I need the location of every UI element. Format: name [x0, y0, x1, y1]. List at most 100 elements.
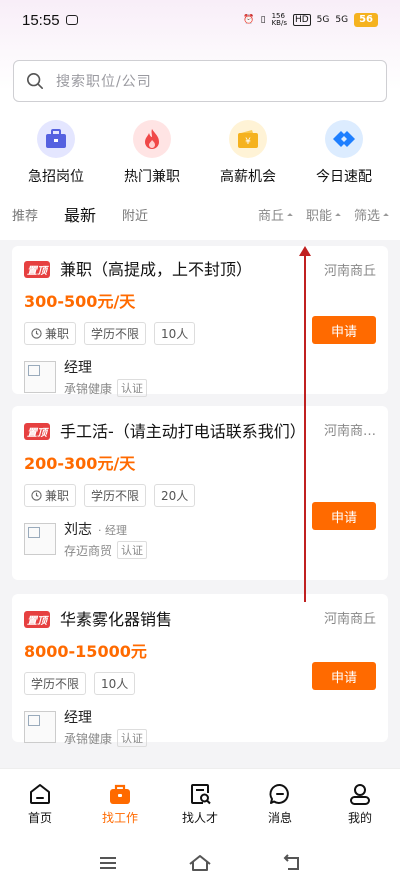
category-label: 高薪机会 [220, 169, 276, 185]
flame-icon [133, 120, 171, 158]
nav-messages[interactable]: 消息 [245, 782, 315, 826]
dropdown-icon [335, 213, 341, 219]
filter-function[interactable]: 职能 [305, 205, 341, 224]
talent-search-icon [191, 783, 211, 804]
tab-nearby[interactable]: 附近 [122, 205, 148, 224]
poster-info: 经理 承锦健康 认证 [24, 707, 376, 747]
category-label: 今日速配 [316, 169, 372, 185]
apply-button[interactable]: 申请 [312, 502, 376, 530]
poster-name: 刘志 [64, 522, 92, 538]
poster-role: · 经理 [98, 524, 127, 537]
nav-home[interactable]: 首页 [5, 782, 75, 826]
job-tag: 兼职 [24, 322, 77, 345]
hd-icon: HD [292, 14, 311, 26]
message-icon [269, 783, 289, 804]
avatar [24, 361, 56, 393]
yen-wallet-icon: ¥ [229, 120, 267, 158]
verified-badge: 认证 [117, 541, 148, 559]
category-row: 急招岗位 热门兼职 ¥ 高薪机会 今日速配 [0, 120, 400, 186]
job-tag: 学历不限 [84, 484, 147, 507]
filter-label: 商丘 [257, 208, 284, 224]
list-tabs: 推荐 最新 附近 商丘 职能 筛选 [0, 190, 400, 238]
job-tag: 学历不限 [84, 322, 147, 345]
status-time: 15:55 [22, 11, 60, 29]
job-tag: 学历不限 [24, 672, 87, 695]
filter-label: 职能 [305, 208, 332, 224]
apply-button[interactable]: 申请 [312, 316, 376, 344]
search-placeholder: 搜索职位/公司 [56, 74, 152, 90]
notification-icon [65, 15, 78, 25]
clock-icon [31, 328, 42, 339]
filter-label: 筛选 [353, 208, 380, 224]
match-icon [325, 120, 363, 158]
vibrate-icon: ▯ [260, 15, 266, 25]
job-list: 置顶 兼职（高提成，上不封顶） 河南商丘 300-500元/天 兼职 学历不限 … [12, 246, 388, 756]
job-location: 河南商丘 [323, 612, 376, 627]
nav-label: 找人才 [181, 810, 218, 825]
briefcase-icon [37, 120, 75, 158]
nav-find-job[interactable]: 找工作 [85, 782, 155, 826]
poster-info: 经理 承锦健康 认证 [24, 357, 376, 397]
bottom-nav: 首页 找工作 找人才 消息 我的 [0, 768, 400, 838]
job-card[interactable]: 置顶 兼职（高提成，上不封顶） 河南商丘 300-500元/天 兼职 学历不限 … [12, 246, 388, 397]
job-location: 河南商丘 [323, 264, 376, 279]
job-salary: 8000-15000元 [24, 642, 147, 661]
menu-icon[interactable] [98, 855, 118, 871]
category-quick-match[interactable]: 今日速配 [299, 120, 389, 186]
job-tag: 20人 [154, 484, 196, 507]
home-button-icon[interactable] [188, 854, 212, 872]
search-input[interactable]: 搜索职位/公司 [13, 60, 387, 102]
nav-label: 我的 [347, 810, 372, 825]
job-tag: 10人 [94, 672, 136, 695]
poster-name: 经理 [64, 360, 92, 376]
tab-latest[interactable]: 最新 [64, 202, 96, 226]
job-tag-text: 兼职 [45, 489, 70, 503]
home-icon [30, 783, 50, 804]
category-high-salary[interactable]: ¥ 高薪机会 [203, 120, 293, 186]
apply-button[interactable]: 申请 [312, 662, 376, 690]
company-name: 承锦健康 [64, 731, 113, 746]
filter-city[interactable]: 商丘 [257, 205, 293, 224]
verified-badge: 认证 [117, 379, 148, 397]
pinned-badge: 置顶 [24, 261, 50, 278]
status-bar: 15:55 ⏰ ▯ 156 KB/s HD 5G 5G 56 [0, 0, 400, 40]
job-bag-icon [110, 784, 130, 804]
pinned-badge: 置顶 [24, 611, 50, 628]
category-label: 热门兼职 [124, 169, 180, 185]
job-salary: 300-500元/天 [24, 292, 136, 311]
sim2-signal: 5G [335, 15, 349, 25]
category-urgent[interactable]: 急招岗位 [11, 120, 101, 186]
header-area: 15:55 ⏰ ▯ 156 KB/s HD 5G 5G 56 搜索职位/公司 急… [0, 0, 400, 240]
filter-more[interactable]: 筛选 [353, 205, 389, 224]
nav-find-talent[interactable]: 找人才 [165, 782, 235, 826]
job-salary: 200-300元/天 [24, 454, 136, 473]
job-card[interactable]: 置顶 手工活-（请主动打电话联系我们） 河南商… 200-300元/天 兼职 学… [12, 406, 388, 580]
category-label: 急招岗位 [28, 169, 84, 185]
system-nav-bar [0, 838, 400, 888]
pinned-badge: 置顶 [24, 423, 50, 440]
company-name: 存迈商贸 [64, 543, 113, 558]
clock-icon [31, 490, 42, 501]
dropdown-icon [287, 213, 293, 219]
job-location: 河南商… [323, 424, 376, 439]
svg-text:¥: ¥ [245, 137, 251, 147]
alarm-icon: ⏰ [243, 15, 255, 25]
poster-name: 经理 [64, 710, 92, 726]
nav-label: 首页 [27, 810, 52, 825]
tab-recommend[interactable]: 推荐 [12, 205, 38, 224]
sim1-signal: 5G [316, 15, 330, 25]
nav-label: 消息 [267, 810, 292, 825]
category-hot-parttime[interactable]: 热门兼职 [107, 120, 197, 186]
company-name: 承锦健康 [64, 381, 113, 396]
verified-badge: 认证 [117, 729, 148, 747]
job-tag: 10人 [154, 322, 196, 345]
job-card[interactable]: 置顶 华素雾化器销售 河南商丘 8000-15000元 学历不限 10人 申请 … [12, 594, 388, 747]
battery-indicator: 56 [354, 13, 378, 27]
back-icon[interactable] [282, 854, 302, 872]
nav-profile[interactable]: 我的 [325, 782, 395, 826]
profile-icon [350, 783, 370, 805]
search-icon [26, 72, 44, 90]
job-tag-text: 兼职 [45, 327, 70, 341]
scroll-gesture-arrow-icon [299, 246, 311, 256]
avatar [24, 523, 56, 555]
